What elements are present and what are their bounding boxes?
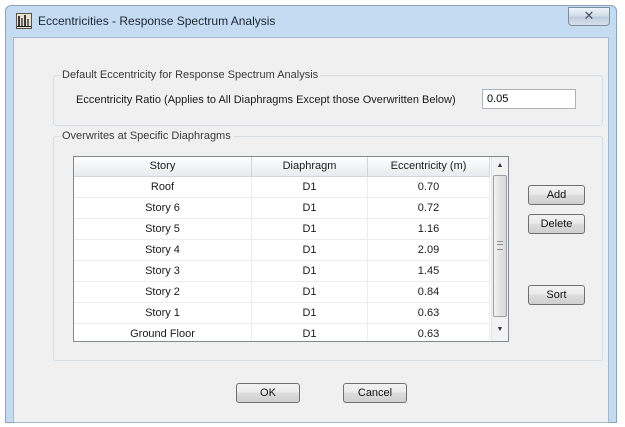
scroll-down-arrow-icon[interactable]: ▼ [492,321,508,338]
delete-button[interactable]: Delete [528,214,585,234]
cancel-button[interactable]: Cancel [343,383,407,403]
column-header-story[interactable]: Story [74,157,252,177]
overwrites-group: Overwrites at Specific Diaphragms Story … [53,130,603,361]
diaphragm-cell[interactable]: D1 [252,198,368,219]
table-row[interactable]: Story 5 D1 1.16 [74,219,490,240]
eccentricity-cell[interactable]: 0.72 [368,198,490,219]
cancel-button-label: Cancel [357,387,393,399]
table-row[interactable]: Story 3 D1 1.45 [74,261,490,282]
scroll-grip-icon [497,241,503,250]
ok-button-label: OK [260,387,276,399]
sort-button-label: Sort [546,289,567,301]
default-eccentricity-group: Default Eccentricity for Response Spectr… [53,69,603,126]
diaphragm-cell[interactable]: D1 [252,282,368,303]
column-header-eccentricity[interactable]: Eccentricity (m) [368,157,490,177]
close-button[interactable]: ✕ [568,7,610,26]
diaphragm-cell[interactable]: D1 [252,261,368,282]
story-cell[interactable]: Story 3 [74,261,252,282]
eccentricity-cell[interactable]: 0.84 [368,282,490,303]
eccentricity-ratio-input[interactable] [482,89,576,109]
close-icon: ✕ [583,8,595,23]
window-title: Eccentricities - Response Spectrum Analy… [38,14,276,28]
ok-button[interactable]: OK [236,383,300,403]
overwrites-legend: Overwrites at Specific Diaphragms [60,130,233,142]
app-icon [16,13,32,29]
story-cell[interactable]: Ground Floor [74,324,252,341]
diaphragm-cell[interactable]: D1 [252,324,368,341]
add-button[interactable]: Add [528,185,585,205]
dialog-body: Default Eccentricity for Response Spectr… [13,37,609,423]
title-bar[interactable]: Eccentricities - Response Spectrum Analy… [6,6,616,36]
diaphragm-table[interactable]: Story Diaphragm Eccentricity (m) Roof D1… [73,156,509,342]
eccentricity-cell[interactable]: 0.63 [368,303,490,324]
scroll-thumb[interactable] [493,175,507,317]
delete-button-label: Delete [540,218,573,230]
eccentricity-cell[interactable]: 1.45 [368,261,490,282]
story-cell[interactable]: Story 6 [74,198,252,219]
diaphragm-cell[interactable]: D1 [252,177,368,198]
story-cell[interactable]: Story 2 [74,282,252,303]
story-cell[interactable]: Story 1 [74,303,252,324]
default-eccentricity-legend: Default Eccentricity for Response Spectr… [60,69,321,81]
story-cell[interactable]: Story 4 [74,240,252,261]
dialog-window: Eccentricities - Response Spectrum Analy… [5,5,617,423]
diaphragm-cell[interactable]: D1 [252,240,368,261]
scroll-up-arrow-icon[interactable]: ▲ [492,157,508,174]
add-button-label: Add [546,189,567,201]
eccentricity-ratio-label: Eccentricity Ratio (Applies to All Diaph… [76,94,456,106]
table-row[interactable]: Roof D1 0.70 [74,177,490,198]
table-row[interactable]: Ground Floor D1 0.63 [74,324,490,341]
story-cell[interactable]: Story 5 [74,219,252,240]
sort-button[interactable]: Sort [528,285,585,305]
diaphragm-cell[interactable]: D1 [252,303,368,324]
table-vertical-scrollbar[interactable]: ▲ ▼ [491,157,508,341]
table-row[interactable]: Story 2 D1 0.84 [74,282,490,303]
table-row[interactable]: Story 4 D1 2.09 [74,240,490,261]
column-header-diaphragm[interactable]: Diaphragm [252,157,368,177]
eccentricity-cell[interactable]: 0.70 [368,177,490,198]
table-row[interactable]: Story 6 D1 0.72 [74,198,490,219]
eccentricity-cell[interactable]: 1.16 [368,219,490,240]
eccentricity-cell[interactable]: 2.09 [368,240,490,261]
table-row[interactable]: Story 1 D1 0.63 [74,303,490,324]
story-cell[interactable]: Roof [74,177,252,198]
diaphragm-cell[interactable]: D1 [252,219,368,240]
eccentricity-cell[interactable]: 0.63 [368,324,490,341]
